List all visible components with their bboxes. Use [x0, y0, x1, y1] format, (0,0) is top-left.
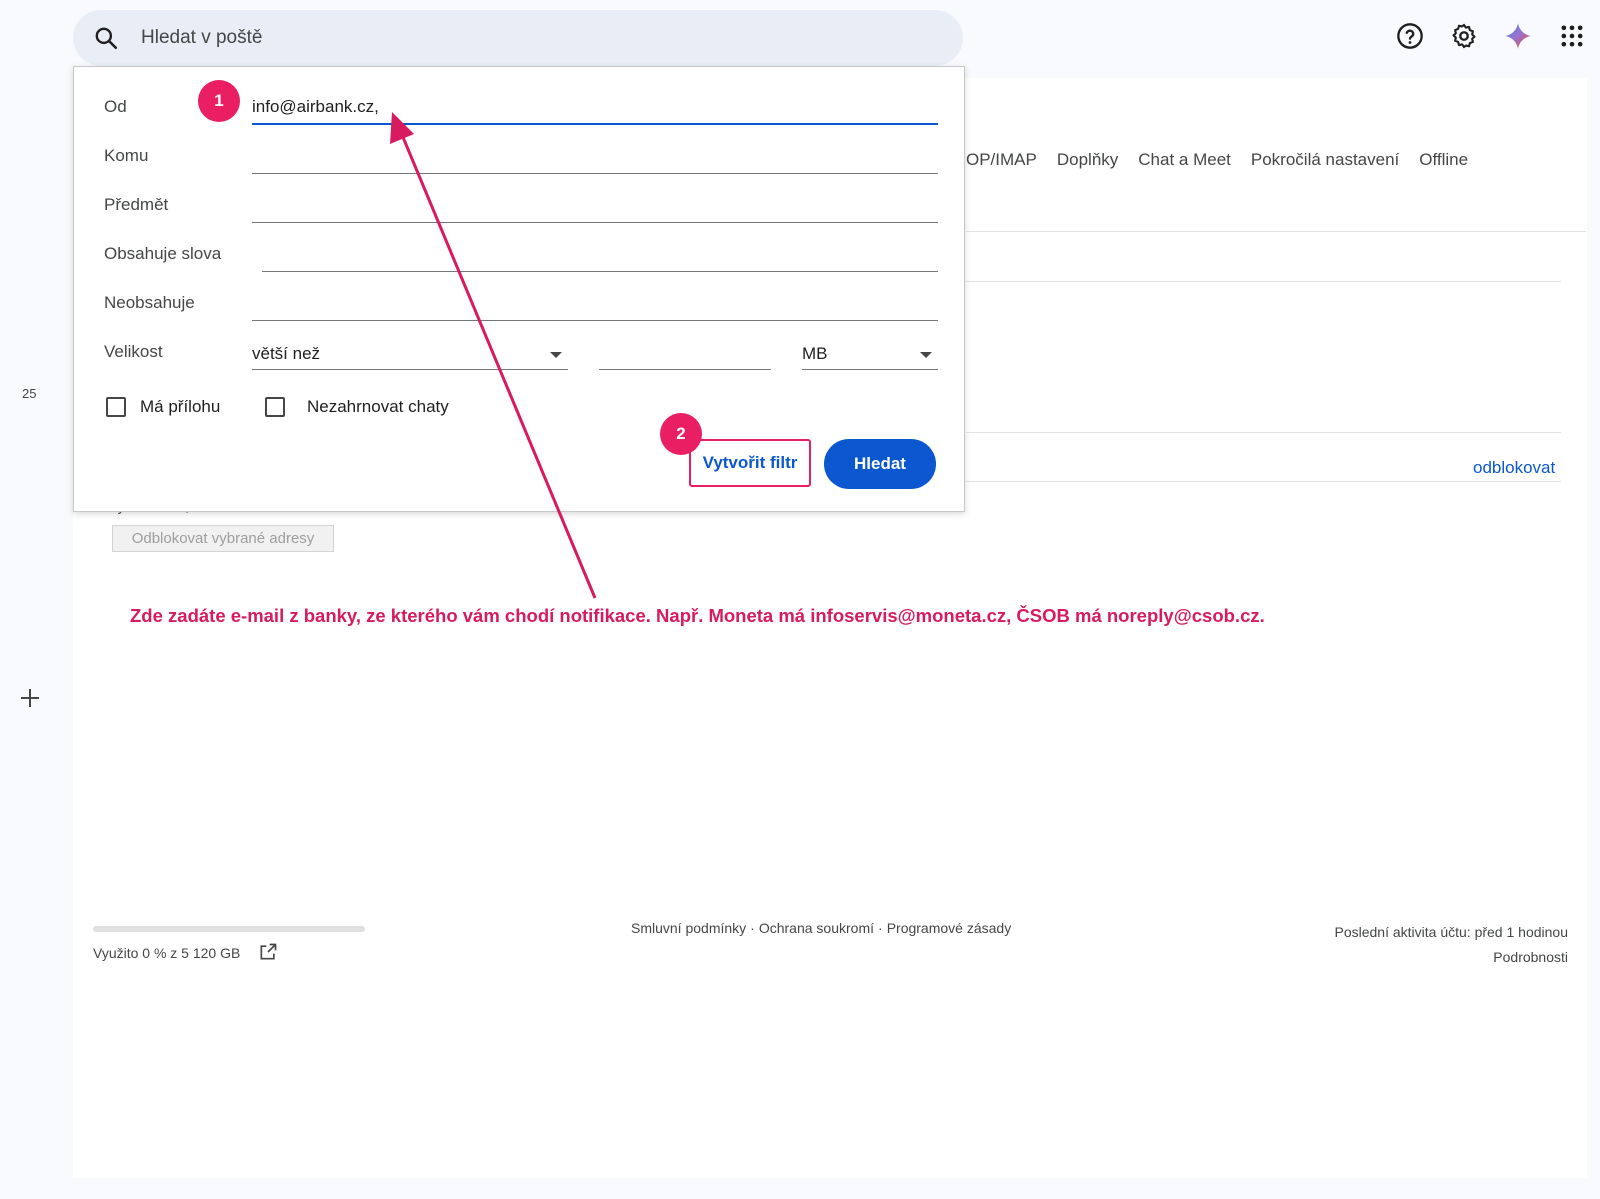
search-filter-dialog: Od Komu Předmět Obsahuje slova Neobsahuj…	[73, 66, 965, 512]
top-icons	[1396, 22, 1586, 50]
to-field[interactable]	[252, 140, 938, 174]
size-comparator-select[interactable]: větší než	[252, 336, 568, 370]
to-row: Komu	[74, 138, 966, 178]
exclude-chats-checkbox[interactable]	[265, 397, 285, 417]
gemini-sparkle-icon[interactable]	[1504, 22, 1532, 50]
separator: ·	[750, 920, 755, 936]
add-label-icon[interactable]	[18, 686, 42, 710]
details-link[interactable]: Podrobnosti	[1335, 945, 1568, 970]
open-external-icon[interactable]	[258, 942, 278, 962]
step-badge-1: 1	[198, 80, 240, 122]
search-button[interactable]: Hledat	[824, 439, 936, 489]
exclude-chats-option[interactable]: Nezahrnovat chaty	[265, 397, 449, 417]
has-attachment-label: Má přílohu	[140, 397, 221, 416]
unblock-selected-button[interactable]: Odblokovat vybrané adresy	[112, 525, 334, 552]
help-icon[interactable]	[1396, 22, 1424, 50]
dropdown-arrow-icon	[920, 352, 932, 358]
storage-bar	[93, 926, 365, 932]
size-unit-value: MB	[802, 344, 828, 363]
has-words-field[interactable]	[262, 238, 938, 272]
storage-text: Využito 0 % z 5 120 GB	[93, 945, 241, 961]
annotation-text: Zde zadáte e-mail z banky, ze kterého vá…	[130, 605, 1265, 626]
dropdown-arrow-icon	[550, 352, 562, 358]
tab-offline[interactable]: Offline	[1419, 150, 1468, 170]
subject-label: Předmět	[104, 195, 169, 214]
policies-link[interactable]: Programové zásady	[887, 920, 1012, 936]
exclude-chats-label: Nezahrnovat chaty	[307, 397, 449, 416]
privacy-link[interactable]: Ochrana soukromí	[759, 920, 874, 936]
size-value-field[interactable]	[599, 336, 771, 370]
tab-addons[interactable]: Doplňky	[1057, 150, 1118, 170]
subject-row: Předmět	[74, 187, 966, 227]
last-activity-text: Poslední aktivita účtu: před 1 hodinou	[1334, 924, 1569, 940]
has-attachment-checkbox[interactable]	[106, 397, 126, 417]
from-field[interactable]	[252, 91, 938, 125]
size-unit-select[interactable]: MB	[802, 336, 938, 370]
search-icon[interactable]	[93, 25, 119, 51]
size-row: Velikost větší než MB	[74, 334, 966, 374]
rail-count: 25	[22, 386, 37, 401]
to-label: Komu	[104, 146, 149, 165]
divider	[966, 432, 1561, 433]
unblock-link[interactable]: odblokovat	[1473, 458, 1555, 478]
footer-links: Smluvní podmínky · Ochrana soukromí · Pr…	[631, 920, 1011, 936]
divider	[966, 281, 1561, 282]
step-badge-2: 2	[660, 413, 702, 455]
apps-grid-icon[interactable]	[1558, 22, 1586, 50]
not-has-label: Neobsahuje	[104, 293, 195, 312]
subject-field[interactable]	[252, 189, 938, 223]
left-rail: 25	[0, 0, 72, 1199]
has-words-label: Obsahuje slova	[104, 244, 222, 263]
gear-icon[interactable]	[1450, 22, 1478, 50]
size-comparator-value: větší než	[252, 344, 321, 363]
search-bar[interactable]: Hledat v poště	[73, 10, 963, 66]
size-label: Velikost	[104, 342, 163, 361]
terms-link[interactable]: Smluvní podmínky	[631, 920, 746, 936]
tab-pop-imap[interactable]: OP/IMAP	[966, 150, 1037, 170]
tab-chat-meet[interactable]: Chat a Meet	[1138, 150, 1231, 170]
from-label: Od	[104, 97, 127, 116]
tab-advanced[interactable]: Pokročilá nastavení	[1251, 150, 1399, 170]
search-input[interactable]: Hledat v poště	[141, 27, 262, 49]
settings-tabs: OP/IMAP Doplňky Chat a Meet Pokročilá na…	[966, 150, 1468, 170]
not-has-field[interactable]	[252, 287, 938, 321]
divider	[966, 481, 1561, 482]
divider	[966, 231, 1586, 232]
has-attachment-option[interactable]: Má přílohu	[106, 397, 220, 417]
account-activity: Poslední aktivita účtu: před 1 hodinou P…	[1335, 920, 1569, 970]
not-has-row: Neobsahuje	[74, 285, 966, 325]
has-words-row: Obsahuje slova	[74, 236, 966, 276]
create-filter-button[interactable]: Vytvořit filtr	[689, 439, 811, 487]
separator: ·	[878, 920, 883, 936]
